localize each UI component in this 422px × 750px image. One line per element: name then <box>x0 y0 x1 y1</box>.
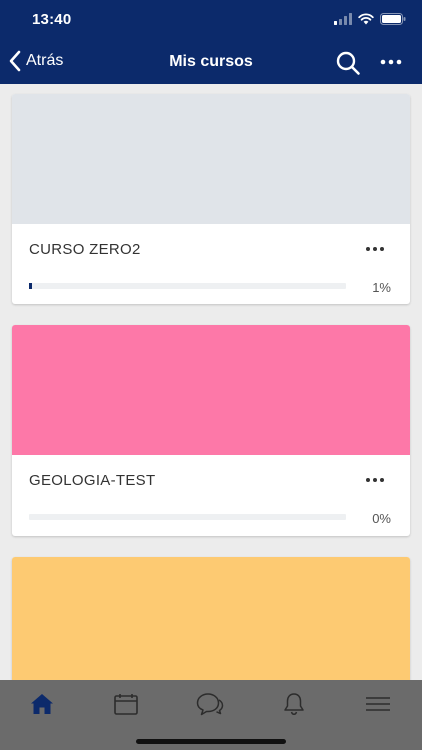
course-image <box>12 557 410 680</box>
tab-menu[interactable] <box>358 690 398 718</box>
course-card[interactable]: GEOLOGIA-TEST 0% <box>12 325 410 536</box>
wifi-icon <box>358 13 374 25</box>
search-button[interactable] <box>335 50 361 76</box>
more-horizontal-icon <box>366 478 384 482</box>
signal-icon <box>334 13 352 25</box>
course-list: CURSO ZERO2 1% GEOLOGIA-TEST 0% <box>0 84 422 680</box>
progress-percent: 1% <box>372 280 391 295</box>
chevron-left-icon <box>9 50 21 72</box>
status-icons <box>334 13 406 25</box>
course-card[interactable]: CURSO ZERO2 1% <box>12 94 410 304</box>
calendar-icon <box>114 694 138 715</box>
course-image <box>12 325 410 455</box>
notifications-icon <box>284 693 304 716</box>
back-button[interactable]: Atrás <box>8 50 63 72</box>
progress-fill <box>29 283 33 289</box>
course-options-button[interactable] <box>360 240 390 258</box>
tab-messages[interactable] <box>190 690 230 718</box>
search-icon <box>336 51 360 75</box>
battery-icon <box>380 13 406 25</box>
home-icon <box>31 694 53 714</box>
more-options-button[interactable] <box>378 52 404 72</box>
home-indicator <box>136 739 286 744</box>
progress-bar <box>29 514 346 520</box>
course-card[interactable] <box>12 557 410 680</box>
tab-notifications[interactable] <box>274 690 314 718</box>
tab-calendar[interactable] <box>106 690 146 718</box>
course-name: CURSO ZERO2 <box>29 241 141 258</box>
course-name: GEOLOGIA-TEST <box>29 472 156 489</box>
course-image <box>12 94 410 224</box>
progress-bar <box>29 283 346 289</box>
course-options-button[interactable] <box>360 471 390 489</box>
back-label: Atrás <box>26 52 64 69</box>
status-time: 13:40 <box>32 11 72 28</box>
tab-home[interactable] <box>22 690 62 718</box>
progress-percent: 0% <box>372 511 391 526</box>
more-horizontal-icon <box>366 247 384 251</box>
messages-icon <box>196 693 224 716</box>
menu-icon <box>366 697 390 711</box>
nav-bar: Atrás Mis cursos <box>0 40 422 84</box>
more-horizontal-icon <box>380 59 402 65</box>
status-bar: 13:40 <box>0 0 422 40</box>
